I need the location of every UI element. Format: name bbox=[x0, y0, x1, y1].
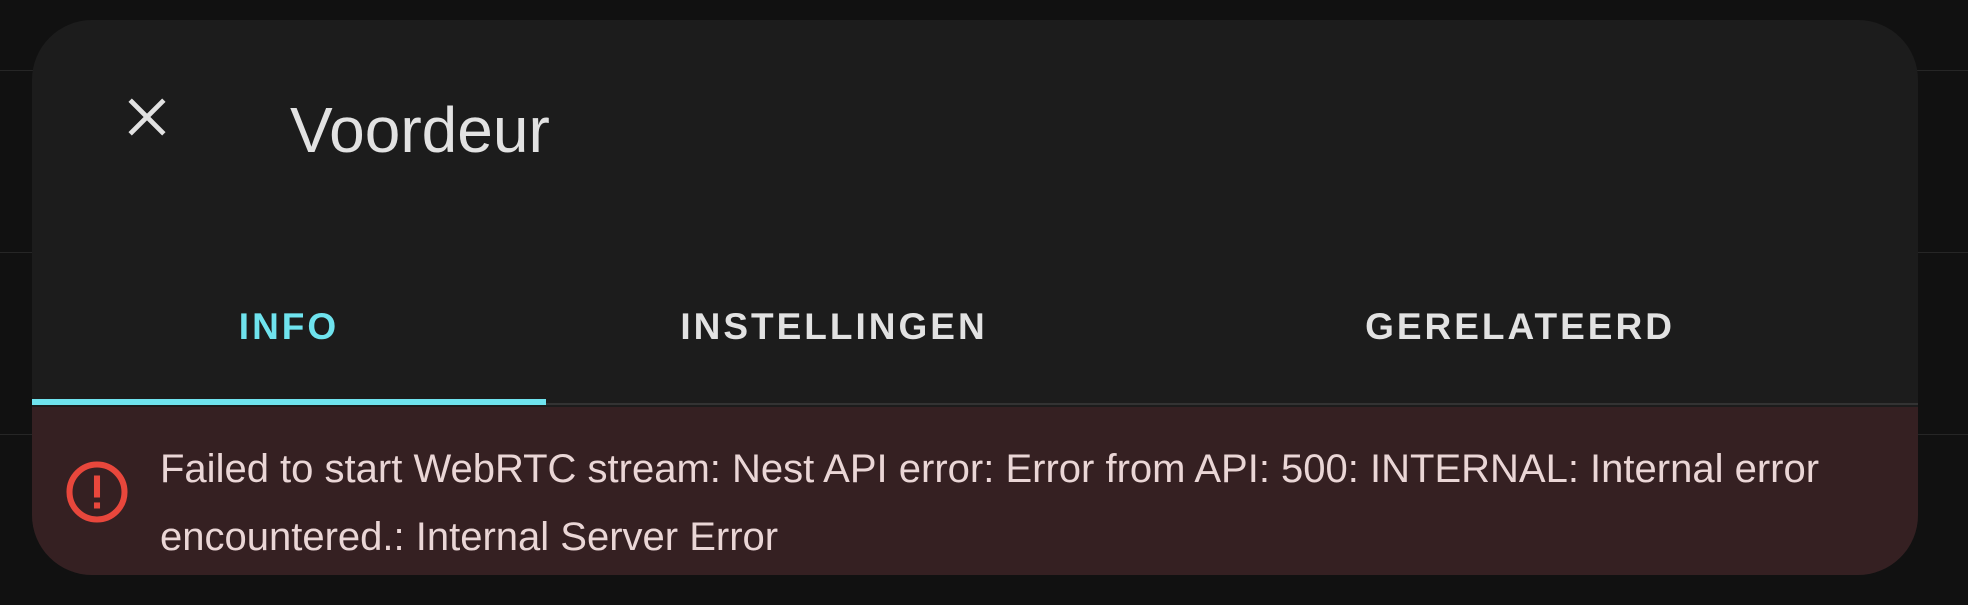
active-tab-indicator bbox=[32, 399, 546, 405]
tab-info[interactable]: INFO bbox=[32, 250, 546, 403]
dialog-header: Voordeur bbox=[32, 20, 1918, 220]
dialog-title: Voordeur bbox=[290, 94, 550, 166]
tab-instellingen[interactable]: INSTELLINGEN bbox=[546, 250, 1122, 403]
close-icon bbox=[128, 98, 166, 136]
error-alert: Failed to start WebRTC stream: Nest API … bbox=[32, 407, 1918, 575]
alert-circle-icon bbox=[66, 461, 128, 523]
tab-bar: INFO INSTELLINGEN GERELATEERD bbox=[32, 250, 1918, 405]
alert-message: Failed to start WebRTC stream: Nest API … bbox=[160, 447, 1820, 559]
tab-gerelateerd[interactable]: GERELATEERD bbox=[1122, 250, 1918, 403]
entity-dialog: Voordeur INFO INSTELLINGEN GERELATEERD F… bbox=[32, 20, 1918, 575]
close-button[interactable] bbox=[112, 82, 182, 152]
